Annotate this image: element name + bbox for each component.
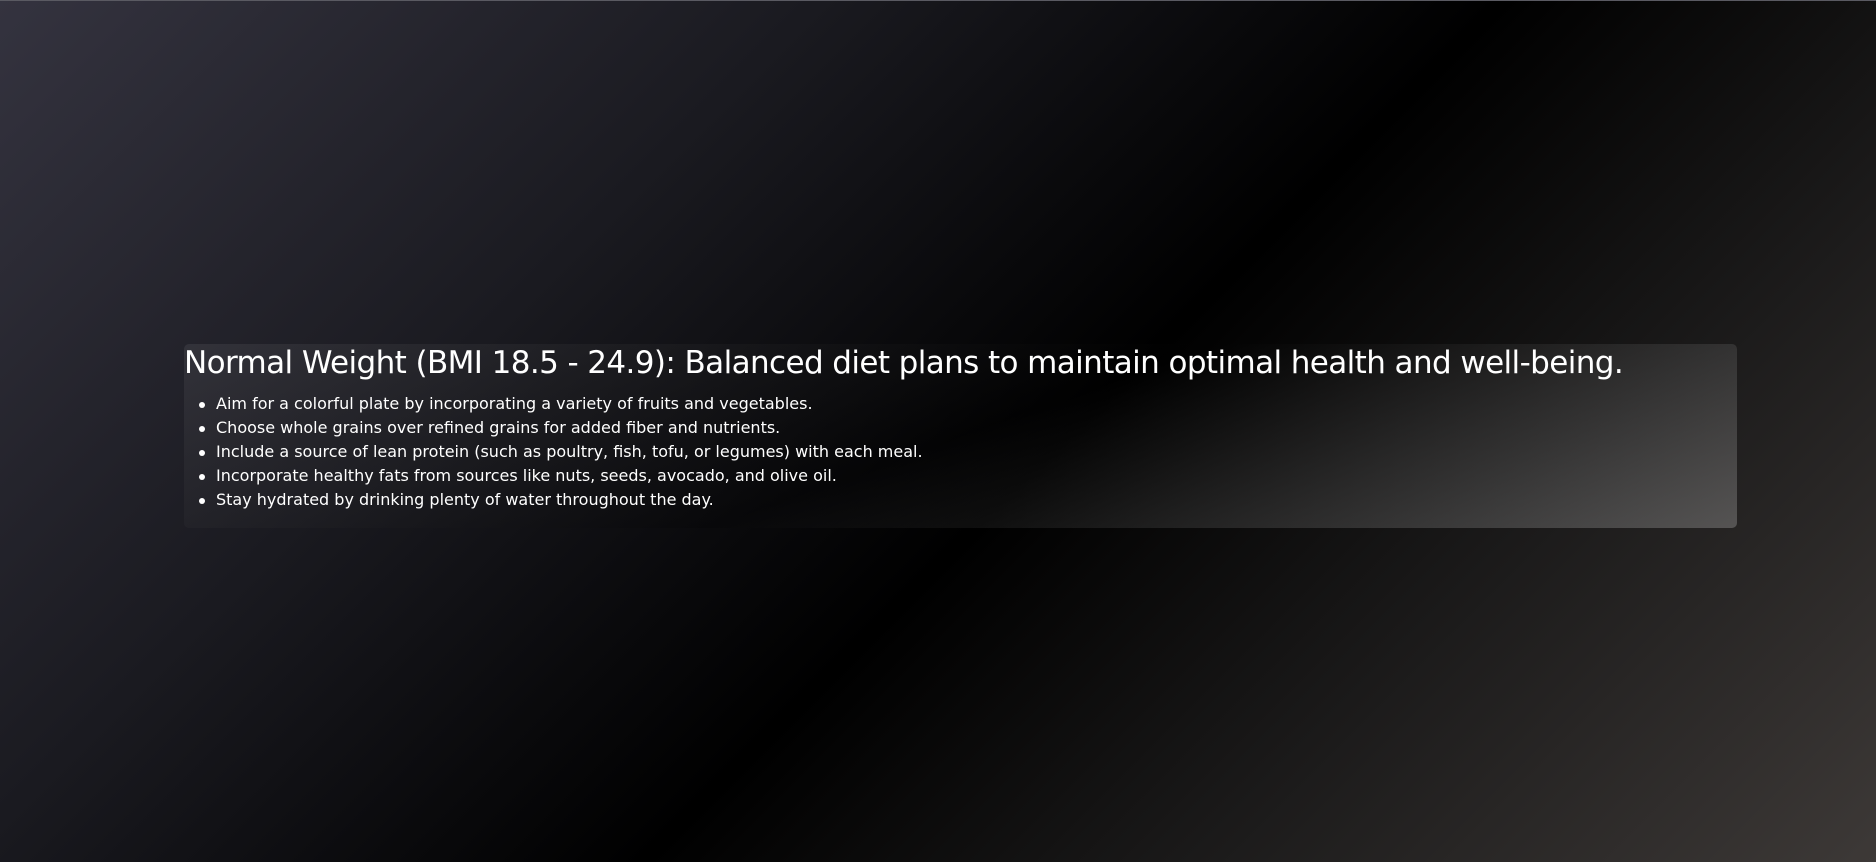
list-item: Include a source of lean protein (such a… [199, 440, 923, 464]
top-border [0, 0, 1876, 1]
list-item: Choose whole grains over refined grains … [199, 416, 923, 440]
list-item: Stay hydrated by drinking plenty of wate… [199, 488, 923, 512]
diet-plan-title: Normal Weight (BMI 18.5 - 24.9): Balance… [184, 345, 1624, 381]
diet-plan-card: Normal Weight (BMI 18.5 - 24.9): Balance… [184, 344, 1737, 528]
diet-tips-list: Aim for a colorful plate by incorporatin… [199, 392, 923, 512]
list-item: Aim for a colorful plate by incorporatin… [199, 392, 923, 416]
list-item: Incorporate healthy fats from sources li… [199, 464, 923, 488]
